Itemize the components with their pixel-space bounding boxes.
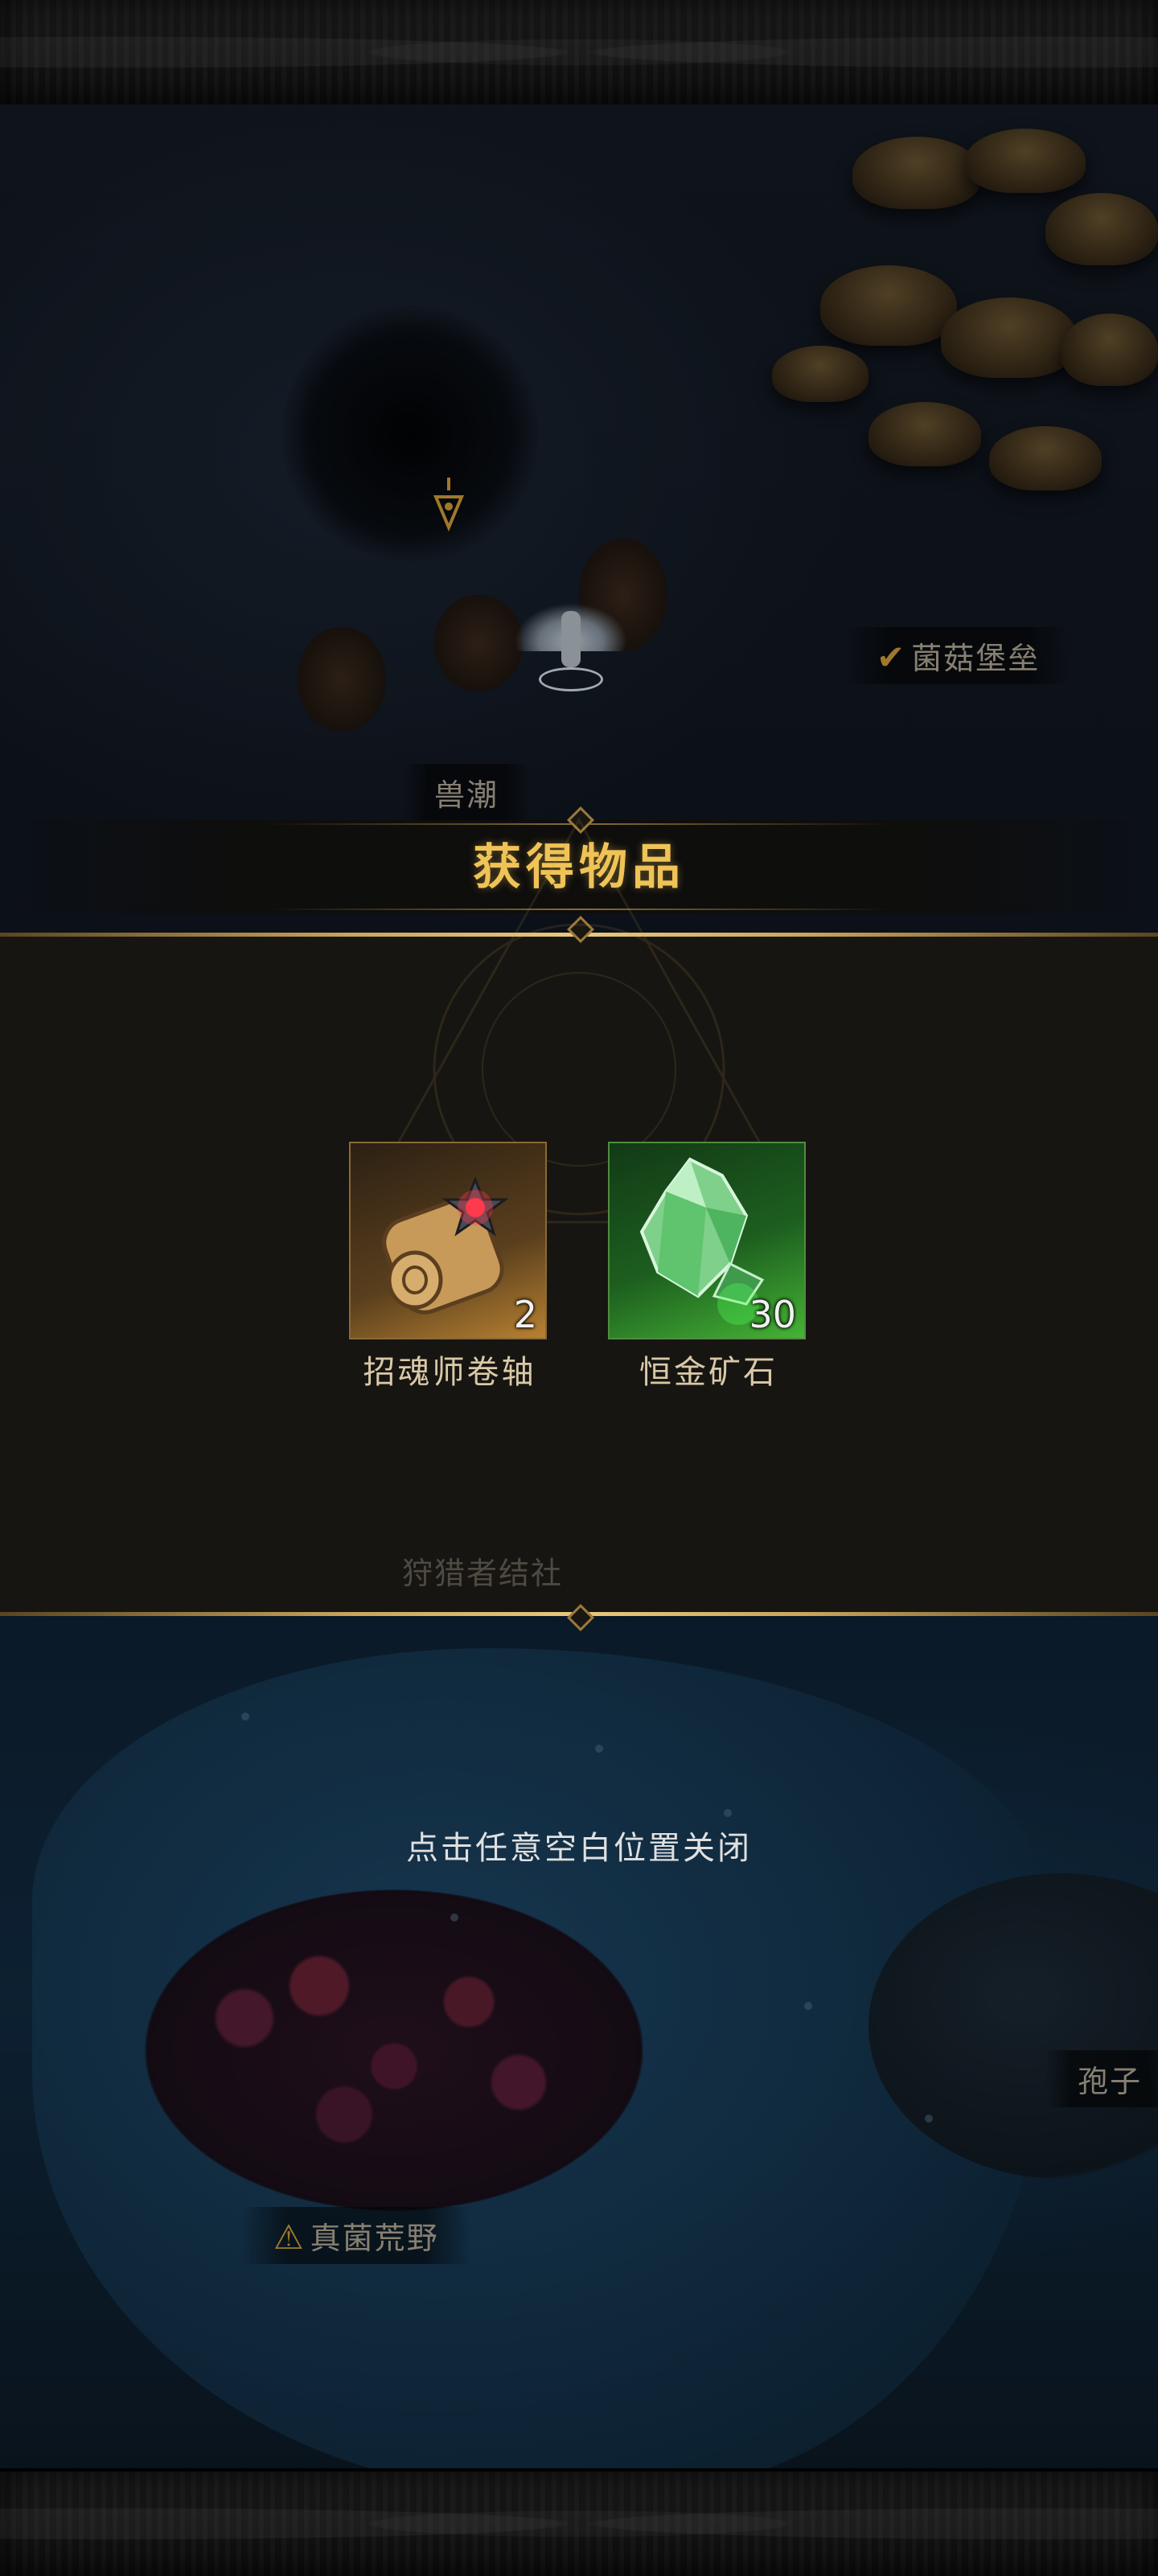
location-name: 狩猎者结社 — [402, 1556, 564, 1591]
item-name: 招魂师卷轴 — [363, 1354, 536, 1391]
item-slot-orange[interactable]: 2 — [349, 1142, 547, 1339]
frame-ornament — [0, 16, 1158, 88]
item-name: 恒金矿石 — [639, 1354, 778, 1391]
frame-ornament — [0, 2488, 1158, 2560]
item-quantity: 2 — [513, 1293, 537, 1336]
bottom-frame-bar — [0, 2468, 1158, 2576]
reward-item[interactable]: 2 招魂师卷轴 — [349, 1142, 550, 1393]
top-frame-bar — [0, 0, 1158, 108]
item-slot-green[interactable]: 30 — [608, 1142, 806, 1339]
location-label-hunter-guild: 狩猎者结社 — [370, 1542, 595, 1599]
close-hint-text: 点击任意空白位置关闭 — [406, 1830, 752, 1867]
reward-item[interactable]: 30 恒金矿石 — [608, 1142, 809, 1393]
item-quantity: 30 — [749, 1293, 796, 1336]
